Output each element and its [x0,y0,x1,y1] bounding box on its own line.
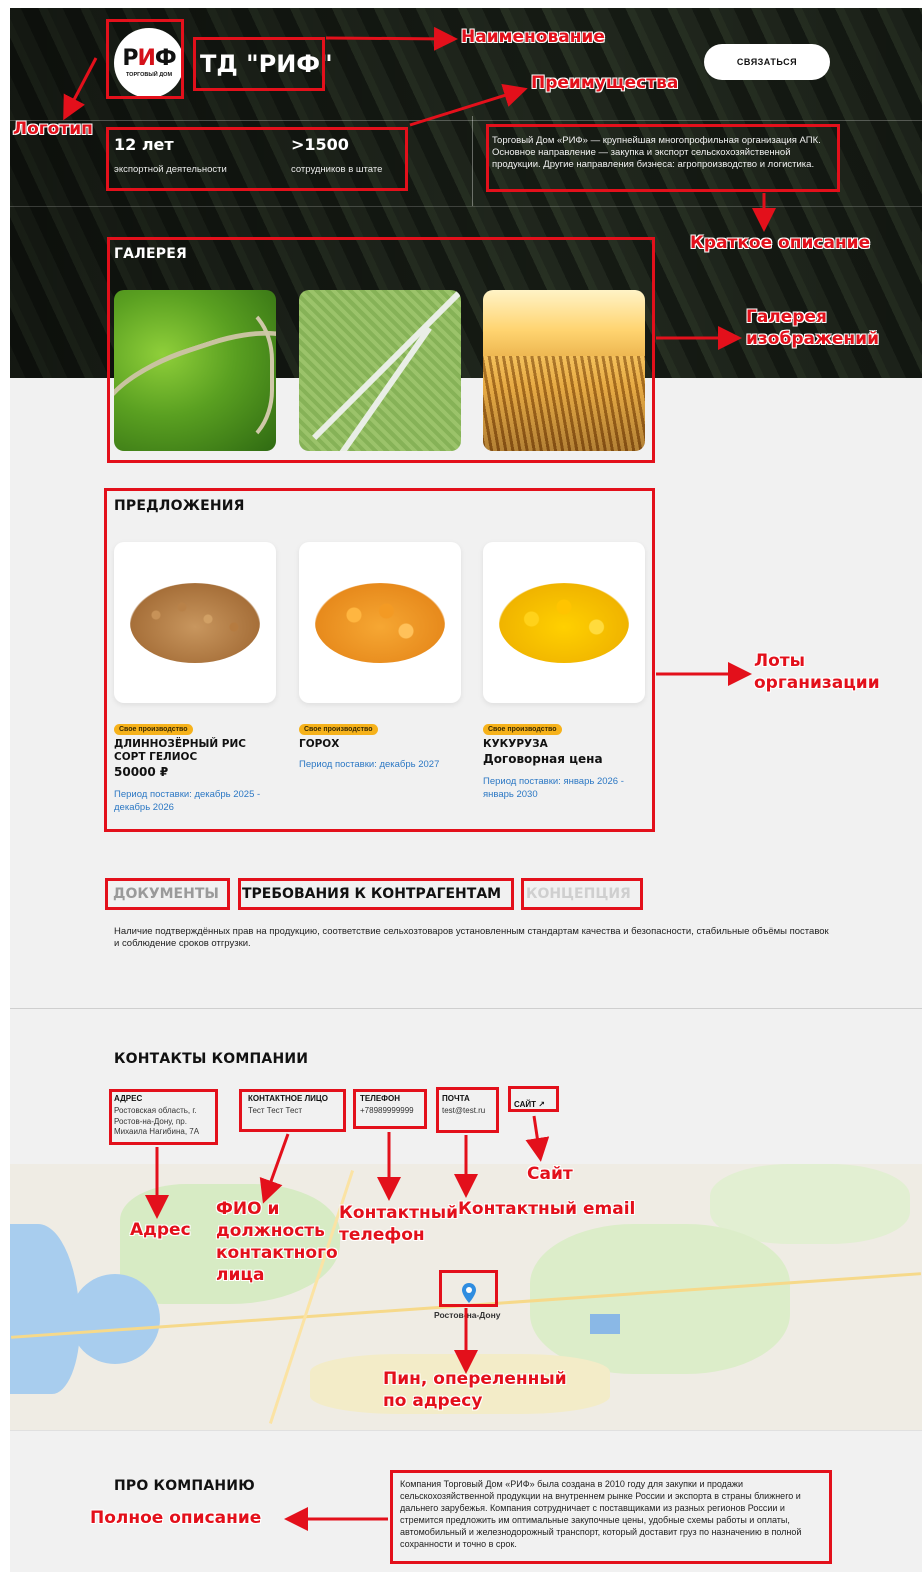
contact-phone: ТЕЛЕФОН +78989999999 [360,1094,414,1117]
lot-card-rice[interactable] [114,542,276,703]
annotation-label-phone: Контактный телефон [339,1203,459,1245]
lot-card-corn[interactable] [483,542,645,703]
address-value: Ростовская область, г. Ростов-на-Дону, п… [114,1106,200,1136]
contact-address: АДРЕС Ростовская область, г. Ростов-на-Д… [114,1094,214,1138]
lot-card-peas[interactable] [299,542,461,703]
logo-subtitle: ТОРГОВЫЙ ДОМ [125,72,173,78]
phone-label: ТЕЛЕФОН [360,1094,400,1103]
person-value: Тест Тест Тест [248,1106,303,1115]
lot-badge: Свое производство [114,724,193,735]
lot-badge: Свое производство [299,724,378,735]
section-divider [10,1008,922,1009]
annotation-label-name: Наименование [461,27,605,47]
annotation-label-site: Сайт [527,1164,573,1184]
lot-name[interactable]: ДЛИННОЗЁРНЫЙ РИС СОРТ ГЕЛИОС [114,738,274,764]
section-divider [10,1430,922,1431]
hero-divider [10,206,922,207]
annotation-label-address: Адрес [130,1220,191,1240]
annotation-label-person: ФИО и должность контактного лица [216,1199,338,1285]
stat-years: 12 лет экспортной деятельности [114,135,227,175]
annotation-label-logo: Логотип [13,119,93,139]
tab-documents[interactable]: ДОКУМЕНТЫ [113,886,219,902]
lot-period: Период поставки: декабрь 2027 [299,759,440,770]
stat-value: 12 лет [114,135,174,154]
lot-period: Период поставки: январь 2026 - январь 20… [483,776,624,800]
logo-mark: РИФ [122,46,176,71]
gallery-image-green-field[interactable] [114,290,276,451]
lot-price: 50000 ₽ [114,765,169,779]
lot-period: Период поставки: декабрь 2025 - декабрь … [114,789,261,813]
stat-label: сотрудников в штате [291,164,383,175]
stat-employees: >1500 сотрудников в штате [291,135,382,175]
company-logo: РИФ ТОРГОВЫЙ ДОМ [114,28,184,98]
annotation-label-full-desc: Полное описание [90,1508,262,1528]
address-label: АДРЕС [114,1094,143,1103]
contact-email: ПОЧТА test@test.ru [442,1094,485,1117]
map-pin-icon[interactable] [462,1283,476,1303]
lot-name[interactable]: ГОРОХ [299,738,459,751]
annotation-label-gallery: Галерея изображений [746,307,879,349]
about-text: Компания Торговый Дом «РИФ» была создана… [400,1479,802,1549]
email-value[interactable]: test@test.ru [442,1106,485,1117]
lot-image [130,582,260,663]
about-title: ПРО КОМПАНИЮ [114,1478,255,1494]
contact-button[interactable]: СВЯЗАТЬСЯ [704,44,830,80]
gallery-title: ГАЛЕРЕЯ [114,246,187,262]
lot-badge: Свое производство [483,724,562,735]
annotation-label-advantages: Преимущества [531,73,679,93]
annotation-label-short-desc: Краткое описание [690,233,871,253]
stat-label: экспортной деятельности [114,164,227,175]
contacts-title: КОНТАКТЫ КОМПАНИИ [114,1051,309,1067]
lot-image [499,582,629,663]
annotation-label-email: Контактный email [458,1199,636,1219]
annotation-label-pin: Пин, опереленный по адресу [383,1369,567,1411]
hero-vertical-divider [472,116,473,206]
gallery-image-aerial-field[interactable] [299,290,461,451]
person-label: КОНТАКТНОЕ ЛИЦО [248,1094,328,1103]
lot-name[interactable]: КУКУРУЗА [483,738,643,751]
short-description: Торговый Дом «РИФ» — крупнейшая многопро… [492,135,821,170]
email-label: ПОЧТА [442,1094,470,1103]
map-city-label: Ростов-на-Дону [434,1310,501,1320]
site-link[interactable]: САЙТ ↗ [514,1100,545,1109]
phone-value[interactable]: +78989999999 [360,1106,414,1117]
lot-image [315,582,445,663]
tab-content: Наличие подтверждённых прав на продукцию… [114,926,829,949]
annotation-label-lots: Лоты организации [754,651,880,693]
tab-requirements[interactable]: ТРЕБОВАНИЯ К КОНТРАГЕНТАМ [242,886,501,902]
organization-name: ТД "РИФ" [200,50,333,78]
contact-site: САЙТ ↗ [514,1094,545,1112]
contact-person: КОНТАКТНОЕ ЛИЦО Тест Тест Тест [248,1094,352,1117]
tab-concept[interactable]: КОНЦЕПЦИЯ [526,886,631,902]
gallery-image-wheat[interactable] [483,290,645,451]
stat-value: >1500 [291,135,349,154]
offers-title: ПРЕДЛОЖЕНИЯ [114,498,245,514]
lot-price: Договорная цена [483,752,603,766]
